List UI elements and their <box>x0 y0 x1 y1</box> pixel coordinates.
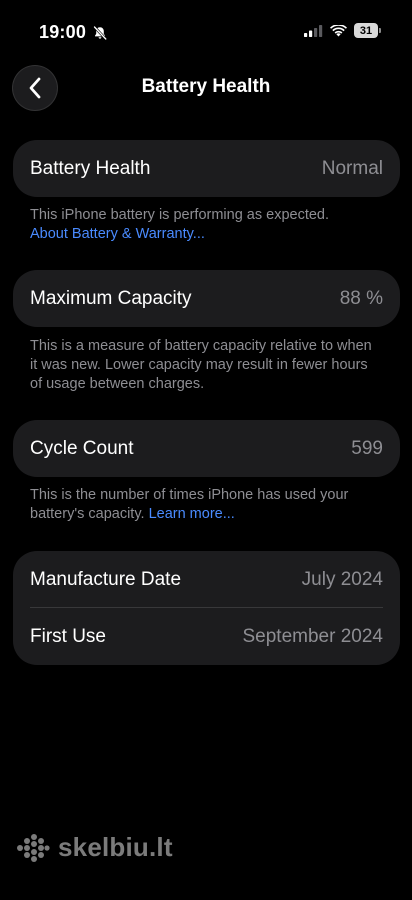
battery-level: 31 <box>354 23 378 38</box>
status-indicators: 31 <box>304 23 382 38</box>
dots-logo-icon <box>17 833 50 862</box>
maximum-capacity-note: This is a measure of battery capacity re… <box>30 338 372 392</box>
dates-card: Manufacture Date July 2024 First Use Sep… <box>13 551 400 665</box>
cycle-count-note: This is the number of times iPhone has u… <box>30 486 380 524</box>
maximum-capacity-row: Maximum Capacity 88 % <box>13 270 400 327</box>
cycle-count-value: 599 <box>351 437 383 459</box>
cycle-count-row: Cycle Count 599 <box>13 420 400 477</box>
manufacture-date-label: Manufacture Date <box>30 568 182 590</box>
battery-icon: 31 <box>354 23 382 38</box>
watermark-text: skelbiu.lt <box>58 832 173 862</box>
battery-health-row[interactable]: Battery Health Normal <box>13 140 400 197</box>
status-time-group: 19:00 <box>39 22 108 43</box>
first-use-row: First Use September 2024 <box>13 608 400 665</box>
wifi-icon <box>330 24 347 36</box>
battery-health-label: Battery Health <box>30 157 151 179</box>
battery-health-value: Normal <box>321 157 383 179</box>
battery-tip <box>379 28 381 33</box>
learn-more-link[interactable]: Learn more... <box>149 506 235 522</box>
cycle-count-card: Cycle Count 599 <box>13 420 400 477</box>
status-time: 19:00 <box>39 22 87 42</box>
nav-bar: Battery Health <box>0 62 412 114</box>
about-battery-warranty-link[interactable]: About Battery & Warranty... <box>30 226 205 242</box>
bell-slash-icon <box>93 25 107 40</box>
cellular-signal-icon <box>304 24 323 37</box>
first-use-label: First Use <box>30 625 106 647</box>
first-use-value: September 2024 <box>242 625 384 647</box>
manufacture-date-value: July 2024 <box>301 568 383 590</box>
battery-health-note-text: This iPhone battery is performing as exp… <box>30 207 330 223</box>
battery-health-note: This iPhone battery is performing as exp… <box>30 206 380 244</box>
watermark: skelbiu.lt <box>16 832 173 863</box>
maximum-capacity-label: Maximum Capacity <box>30 287 192 309</box>
maximum-capacity-card: Maximum Capacity 88 % <box>13 270 400 327</box>
cycle-count-label: Cycle Count <box>30 437 134 459</box>
maximum-capacity-value: 88 % <box>339 287 383 309</box>
battery-health-card[interactable]: Battery Health Normal <box>13 140 400 197</box>
manufacture-date-row: Manufacture Date July 2024 <box>13 551 400 608</box>
status-bar: 19:00 31 <box>0 0 412 66</box>
page-title: Battery Health <box>141 76 271 97</box>
